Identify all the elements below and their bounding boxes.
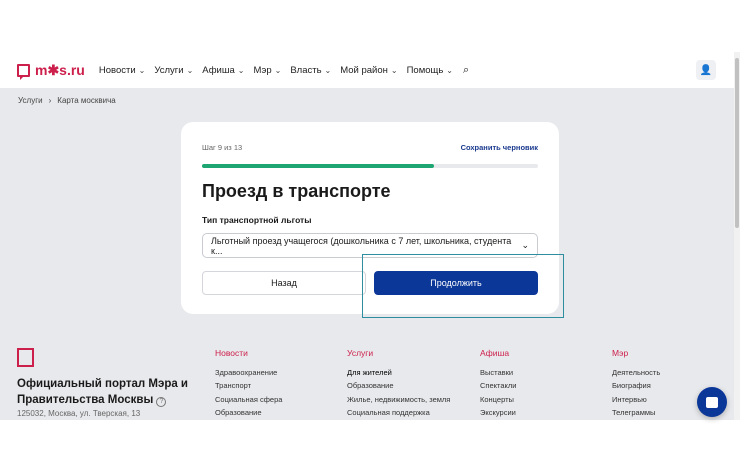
nav-help[interactable]: Помощь ⌄ — [407, 65, 453, 76]
search-icon[interactable]: ⌕ — [463, 64, 469, 77]
nav-label: Мой район — [340, 64, 388, 76]
nav-label: Афиша — [202, 64, 235, 76]
footer-link[interactable]: Биография — [612, 381, 660, 394]
footer-link[interactable]: Для жителей — [347, 368, 450, 381]
user-profile-button[interactable]: 👤 — [696, 60, 716, 80]
nav-afisha[interactable]: Афиша ⌄ — [202, 65, 244, 76]
chevron-down-icon: ⌄ — [521, 240, 529, 250]
chevron-down-icon: ⌄ — [390, 65, 398, 75]
continue-button[interactable]: Продолжить — [374, 271, 538, 295]
footer-col-news: Новости Здравоохранение Транспорт Социальна… — [215, 348, 282, 421]
footer-link[interactable]: Выставки — [480, 368, 516, 381]
nav-label: Мэр — [253, 64, 272, 76]
help-icon[interactable]: ? — [156, 397, 167, 407]
nav-my-district[interactable]: Мой район ⌄ — [340, 65, 397, 76]
breadcrumb-current: Карта москвича — [57, 96, 116, 105]
footer-link[interactable]: Экскурсии — [480, 408, 516, 421]
progress-fill — [202, 164, 434, 168]
nav-label: Помощь — [406, 64, 444, 76]
footer-address: 125032, Москва, ул. Тверская, 13 — [17, 409, 141, 418]
chevron-down-icon: ⌄ — [274, 65, 282, 75]
select-value: Льготный проезд учащегося (дошкольника с… — [211, 235, 512, 256]
nav-mayor[interactable]: Мэр ⌄ — [253, 65, 281, 76]
logo-text: m✱s.ru — [35, 61, 85, 78]
footer-col-services: Услуги Для жителей Образование Жилье, недви… — [347, 348, 450, 421]
nav-services[interactable]: Услуги ⌄ — [154, 65, 193, 76]
benefit-type-select[interactable]: Льготный проезд учащегося (дошкольника с… — [202, 233, 538, 258]
chevron-right-icon: › — [48, 96, 52, 105]
footer-link[interactable]: Жилье, недвижимость, земля — [347, 395, 450, 408]
footer-link[interactable]: Концерты — [480, 395, 516, 408]
footer-title: Официальный портал Мэра и Правительства … — [17, 376, 207, 408]
user-icon: 👤 — [699, 64, 713, 76]
save-draft-link[interactable]: Сохранить черновик — [461, 143, 538, 152]
footer-link[interactable]: Здравоохранение — [215, 368, 282, 381]
chevron-down-icon: ⌄ — [324, 65, 332, 75]
chevron-down-icon: ⌄ — [138, 65, 146, 75]
field-label: Тип транспортной льготы — [202, 215, 312, 225]
scrollbar[interactable] — [734, 52, 740, 420]
mos-ru-logo[interactable]: m✱s.ru — [17, 61, 85, 80]
footer-logo-icon — [17, 348, 34, 367]
footer-link[interactable]: Телеграммы — [612, 408, 660, 421]
back-button[interactable]: Назад — [202, 271, 366, 295]
footer-link[interactable]: Спектакли — [480, 381, 516, 394]
nav-label: Услуги — [154, 64, 184, 76]
footer-link[interactable]: Социальная поддержка — [347, 408, 450, 421]
footer-col-mayor: Мэр Деятельность Биография Интервью Телеграм… — [612, 348, 660, 421]
chevron-down-icon: ⌄ — [186, 65, 194, 75]
breadcrumb: Услуги › Карта москвича — [18, 96, 116, 105]
page-title: Проезд в транспорте — [202, 181, 391, 201]
logo-icon — [17, 63, 30, 80]
top-header: m✱s.ru Новости ⌄ Услуги ⌄ Афиша ⌄ Мэр ⌄ Влас… — [0, 52, 734, 88]
footer-link[interactable]: Образование — [215, 408, 282, 421]
chevron-down-icon: ⌄ — [237, 65, 245, 75]
chevron-down-icon: ⌄ — [446, 65, 453, 75]
footer-link[interactable]: Деятельность — [612, 368, 660, 381]
nav-government[interactable]: Власть ⌄ — [290, 65, 331, 76]
footer-heading[interactable]: Мэр — [612, 348, 660, 358]
footer-link[interactable]: Транспорт — [215, 381, 282, 394]
footer-link[interactable]: Социальная сфера — [215, 395, 282, 408]
nav-label: Новости — [98, 64, 136, 76]
footer-heading[interactable]: Новости — [215, 348, 282, 358]
nav-news[interactable]: Новости ⌄ — [99, 65, 145, 76]
chat-icon — [706, 396, 718, 408]
footer-col-afisha: Афиша Выставки Спектакли Концерты Экскурсии — [480, 348, 516, 421]
breadcrumb-services[interactable]: Услуги — [18, 96, 43, 105]
form-card: Шаг 9 из 13 Сохранить черновик Проезд в … — [181, 122, 559, 314]
scrollbar-thumb[interactable] — [735, 58, 739, 228]
footer-heading[interactable]: Услуги — [347, 348, 450, 358]
chat-button[interactable] — [697, 387, 727, 417]
footer-heading[interactable]: Афиша — [480, 348, 516, 358]
step-indicator: Шаг 9 из 13 — [202, 143, 243, 152]
main-nav: Новости ⌄ Услуги ⌄ Афиша ⌄ Мэр ⌄ Власть ⌄ Мой… — [99, 65, 453, 76]
nav-label: Власть — [290, 64, 322, 76]
footer-link[interactable]: Интервью — [612, 395, 660, 408]
progress-bar — [202, 164, 538, 168]
footer-link[interactable]: Образование — [347, 381, 450, 394]
